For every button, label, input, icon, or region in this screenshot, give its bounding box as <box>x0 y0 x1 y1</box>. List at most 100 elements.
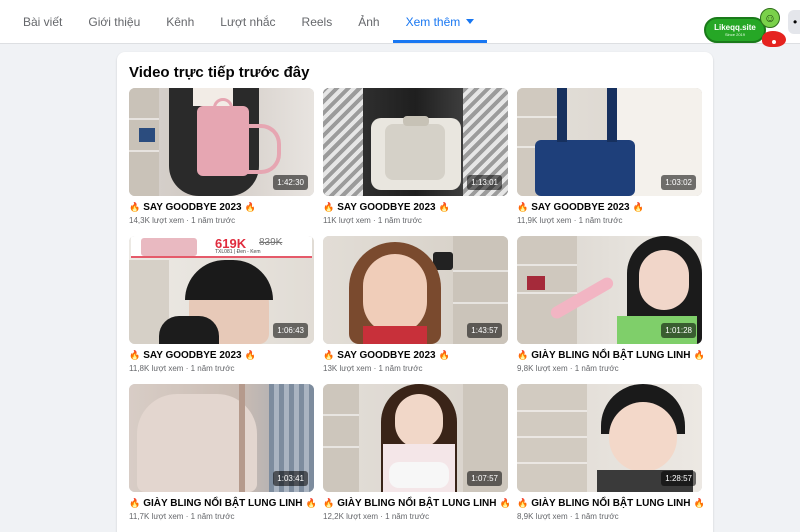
tab-photos[interactable]: Ảnh <box>345 0 392 43</box>
brand-tagline: Since 2019 <box>724 32 745 37</box>
fire-emoji-icon: 🔥 <box>129 350 141 360</box>
red-blob-icon <box>762 31 786 47</box>
fire-emoji-icon: 🔥 <box>323 202 335 212</box>
price-old: 839K <box>259 237 283 248</box>
video-thumbnail[interactable]: 1:03:02 <box>517 88 702 196</box>
video-thumbnail[interactable]: 1:07:57 <box>323 384 508 492</box>
tab-channels[interactable]: Kênh <box>153 0 207 43</box>
tab-about[interactable]: Giới thiệu <box>75 0 153 43</box>
brand-name: Likeqq.site <box>714 23 756 32</box>
video-duration: 1:28:57 <box>661 471 696 486</box>
profile-tab-bar: Bài viết Giới thiệu Kênh Lượt nhắc Reels… <box>0 0 800 44</box>
smiley-icon: ☺ <box>760 8 780 28</box>
caret-down-icon <box>466 19 475 24</box>
video-title-text: GIÀY BLING NỔI BẬT LUNG LINH <box>143 498 303 509</box>
tab-label: Giới thiệu <box>88 14 141 29</box>
video-thumbnail[interactable]: 619K 839K TXL081 | Đen - Kem 1:06:43 <box>129 236 314 344</box>
logo-dot <box>772 40 776 44</box>
video-meta: 11,8K lượt xem · 1 năm trước <box>129 364 235 373</box>
video-title-text: SAY GOODBYE 2023 <box>143 202 242 213</box>
video-meta: 11,7K lượt xem · 1 năm trước <box>129 512 235 521</box>
video-title[interactable]: 🔥 GIÀY BLING NỔI BẬT LUNG LINH 🔥 <box>129 498 317 509</box>
section-title: Video trực tiếp trước đây <box>129 64 310 81</box>
video-item[interactable]: 1:43:57 🔥 SAY GOODBYE 2023 🔥 13K lượt xe… <box>323 236 508 384</box>
video-title[interactable]: 🔥 SAY GOODBYE 2023 🔥 <box>323 202 508 213</box>
video-duration: 1:03:41 <box>273 471 308 486</box>
fire-emoji-icon: 🔥 <box>499 498 511 508</box>
video-title[interactable]: 🔥 GIÀY BLING NỔI BẬT LUNG LINH 🔥 <box>517 350 705 361</box>
video-meta: 8,9K lượt xem · 1 năm trước <box>517 512 619 521</box>
video-item[interactable]: 1:13:01 🔥 SAY GOODBYE 2023 🔥 11K lượt xe… <box>323 88 508 236</box>
video-thumbnail[interactable]: 1:43:57 <box>323 236 508 344</box>
tab-label: Xem thêm <box>405 14 461 29</box>
video-meta: 13K lượt xem · 1 năm trước <box>323 364 423 373</box>
video-thumbnail[interactable]: 1:13:01 <box>323 88 508 196</box>
video-duration: 1:43:57 <box>467 323 502 338</box>
fire-emoji-icon: 🔥 <box>244 350 256 360</box>
video-meta: 14,3K lượt xem · 1 năm trước <box>129 216 236 225</box>
video-thumbnail[interactable]: 1:03:41 <box>129 384 314 492</box>
video-duration: 1:03:02 <box>661 175 696 190</box>
video-title-text: SAY GOODBYE 2023 <box>337 202 436 213</box>
video-title[interactable]: 🔥 GIÀY BLING NỔI BẬT LUNG LINH 🔥 <box>323 498 511 509</box>
video-title[interactable]: 🔥 GIÀY BLING NỔI BẬT LUNG LINH 🔥 <box>517 498 705 509</box>
product-code: TXL081 | Đen - Kem <box>215 249 261 255</box>
video-item[interactable]: 1:01:28 🔥 GIÀY BLING NỔI BẬT LUNG LINH 🔥… <box>517 236 705 384</box>
more-button-label: • <box>793 15 798 29</box>
video-meta: 12,2K lượt xem · 1 năm trước <box>323 512 430 521</box>
video-duration: 1:07:57 <box>467 471 502 486</box>
tab-label: Kênh <box>166 14 195 29</box>
video-title[interactable]: 🔥 SAY GOODBYE 2023 🔥 <box>129 202 314 213</box>
fire-emoji-icon: 🔥 <box>693 350 705 360</box>
tab-label: Lượt nhắc <box>220 14 276 29</box>
fire-emoji-icon: 🔥 <box>517 498 529 508</box>
fire-emoji-icon: 🔥 <box>632 202 644 212</box>
fire-emoji-icon: 🔥 <box>517 350 529 360</box>
video-item[interactable]: 1:07:57 🔥 GIÀY BLING NỔI BẬT LUNG LINH 🔥… <box>323 384 511 532</box>
video-grid: 1:42:30 🔥 SAY GOODBYE 2023 🔥 14,3K lượt … <box>129 88 705 532</box>
video-duration: 1:42:30 <box>273 175 308 190</box>
tab-label: Bài viết <box>23 14 63 29</box>
tab-mentions[interactable]: Lượt nhắc <box>207 0 288 43</box>
fire-emoji-icon: 🔥 <box>323 350 335 360</box>
video-duration: 1:06:43 <box>273 323 308 338</box>
fire-emoji-icon: 🔥 <box>438 202 450 212</box>
video-title[interactable]: 🔥 SAY GOODBYE 2023 🔥 <box>517 202 702 213</box>
price-overlay: 619K 839K TXL081 | Đen - Kem <box>131 236 312 258</box>
tab-label: Ảnh <box>358 14 380 29</box>
fire-emoji-icon: 🔥 <box>438 350 450 360</box>
fire-emoji-icon: 🔥 <box>129 498 141 508</box>
video-duration: 1:01:28 <box>661 323 696 338</box>
fire-emoji-icon: 🔥 <box>517 202 529 212</box>
video-meta: 9,8K lượt xem · 1 năm trước <box>517 364 619 373</box>
tab-posts[interactable]: Bài viết <box>10 0 75 43</box>
video-thumbnail[interactable]: 1:28:57 <box>517 384 702 492</box>
video-item[interactable]: 1:28:57 🔥 GIÀY BLING NỔI BẬT LUNG LINH 🔥… <box>517 384 705 532</box>
brand-watermark-logo: Likeqq.site Since 2019 <box>704 17 766 43</box>
video-thumbnail[interactable]: 1:01:28 <box>517 236 702 344</box>
video-title-text: GIÀY BLING NỔI BẬT LUNG LINH <box>531 350 691 361</box>
video-item[interactable]: 619K 839K TXL081 | Đen - Kem 1:06:43 🔥 S… <box>129 236 314 384</box>
video-item[interactable]: 1:03:02 🔥 SAY GOODBYE 2023 🔥 11,9K lượt … <box>517 88 702 236</box>
tab-reels[interactable]: Reels <box>289 0 346 43</box>
tab-see-more[interactable]: Xem thêm <box>392 0 488 43</box>
fire-emoji-icon: 🔥 <box>323 498 335 508</box>
video-title-text: GIÀY BLING NỔI BẬT LUNG LINH <box>337 498 497 509</box>
fire-emoji-icon: 🔥 <box>244 202 256 212</box>
tab-label: Reels <box>301 14 333 29</box>
video-item[interactable]: 1:42:30 🔥 SAY GOODBYE 2023 🔥 14,3K lượt … <box>129 88 314 236</box>
video-duration: 1:13:01 <box>467 175 502 190</box>
video-title[interactable]: 🔥 SAY GOODBYE 2023 🔥 <box>323 350 508 361</box>
video-title-text: SAY GOODBYE 2023 <box>143 350 242 361</box>
video-title-text: GIÀY BLING NỔI BẬT LUNG LINH <box>531 498 691 509</box>
video-title-text: SAY GOODBYE 2023 <box>337 350 436 361</box>
fire-emoji-icon: 🔥 <box>693 498 705 508</box>
more-options-button[interactable]: • <box>788 10 800 34</box>
video-item[interactable]: 1:03:41 🔥 GIÀY BLING NỔI BẬT LUNG LINH 🔥… <box>129 384 317 532</box>
video-meta: 11,9K lượt xem · 1 năm trước <box>517 216 623 225</box>
video-title[interactable]: 🔥 SAY GOODBYE 2023 🔥 <box>129 350 314 361</box>
video-meta: 11K lượt xem · 1 năm trước <box>323 216 422 225</box>
video-thumbnail[interactable]: 1:42:30 <box>129 88 314 196</box>
past-live-videos-card: Video trực tiếp trước đây 1:42:30 🔥 SAY … <box>117 52 713 532</box>
fire-emoji-icon: 🔥 <box>305 498 317 508</box>
